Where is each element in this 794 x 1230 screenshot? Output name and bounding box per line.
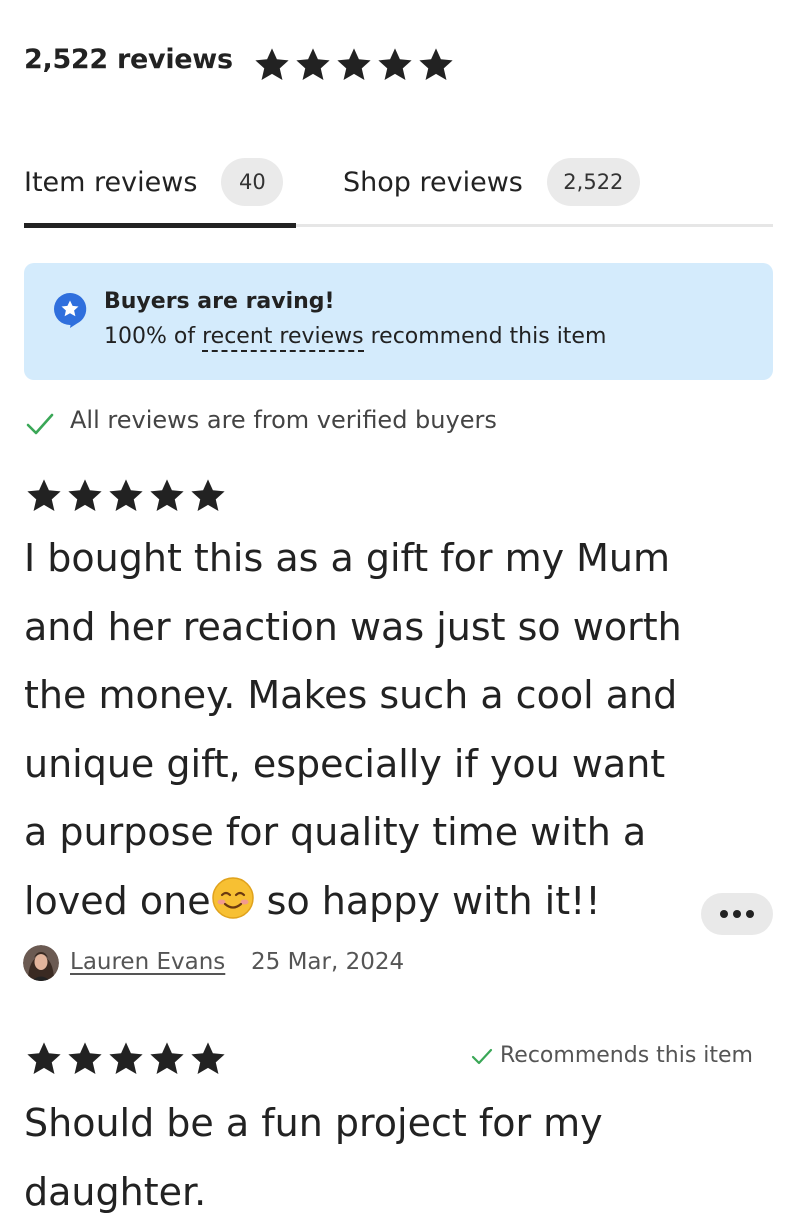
recommends-badge: Recommends this item [470,1043,753,1068]
tab-item-reviews-label: Item reviews [24,166,198,198]
star-icon [68,1042,102,1075]
review-text-after-emoji: so happy with it!! [254,878,601,923]
reviewer-name-link[interactable]: Lauren Evans [70,949,225,975]
tab-item-reviews-count: 40 [221,158,284,206]
review-text-line: loved one so happy with it!! [24,867,724,936]
star-icon [68,479,102,512]
star-icon [150,479,184,512]
avatar [23,945,59,981]
review-rating-stars [24,1040,228,1078]
star-icon [27,479,61,512]
more-dots-icon [733,910,741,918]
review-date: 25 Mar, 2024 [251,949,405,975]
tab-shop-reviews[interactable]: Shop reviews 2,522 [343,158,640,206]
banner-text-prefix: 100% of [104,324,203,349]
star-icon [337,48,371,81]
review-rating-stars [24,477,228,515]
smiling-face-emoji [211,876,254,919]
star-icon [191,1042,225,1075]
star-icon [109,479,143,512]
star-icon [419,48,453,81]
banner-text: 100% of recent reviews recommend this it… [104,324,607,352]
check-icon [471,1048,493,1064]
banner-text-suffix: recommend this item [363,324,607,349]
star-badge-icon [54,292,87,328]
review-text: Should be a fun project for my daughter. [24,1089,724,1226]
active-tab-indicator [24,223,296,228]
banner-title: Buyers are raving! [104,289,335,314]
review-text-line: I bought this as a gift for my Mum [24,536,671,580]
tab-item-reviews[interactable]: Item reviews 40 [24,158,284,206]
overall-rating-stars [252,46,456,84]
review-text-line: Should be a fun project for my [24,1101,603,1145]
review-text-line: daughter. [24,1169,207,1214]
review-text: I bought this as a gift for my Mum and h… [24,524,724,935]
more-dots-icon [746,910,754,918]
check-icon [26,413,54,435]
review-text-line: the money. Makes such a cool and [24,673,678,717]
star-icon [296,48,330,81]
star-icon [191,479,225,512]
recommends-label: Recommends this item [500,1043,753,1068]
star-icon [255,48,289,81]
more-options-button[interactable] [701,893,773,935]
tab-shop-reviews-count: 2,522 [546,158,640,206]
buyers-raving-banner [24,263,773,380]
more-dots-icon [720,910,728,918]
star-icon [109,1042,143,1075]
star-icon [378,48,412,81]
review-text-line: a purpose for quality time with a [24,810,647,854]
review-text-before-emoji: loved one [24,878,211,923]
recent-reviews-link[interactable]: recent reviews [202,324,364,352]
star-icon [27,1042,61,1075]
verified-buyers-note: All reviews are from verified buyers [70,406,497,434]
star-icon [150,1042,184,1075]
reviews-count-title: 2,522 reviews [24,44,233,75]
tab-shop-reviews-label: Shop reviews [343,166,523,198]
review-text-line: and her reaction was just so worth [24,604,682,649]
review-text-line: unique gift, especially if you want [24,741,666,786]
